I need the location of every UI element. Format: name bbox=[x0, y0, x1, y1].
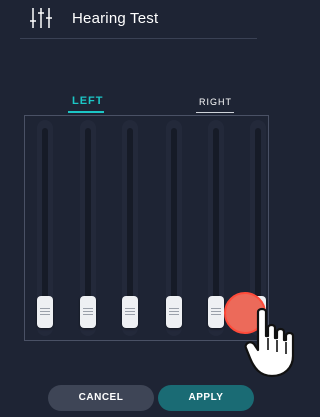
grip-lines-icon bbox=[169, 308, 179, 316]
hand-pointer-icon bbox=[244, 307, 295, 378]
slider-thumb-band-3[interactable] bbox=[122, 296, 138, 328]
cancel-button[interactable]: CANCEL bbox=[48, 385, 154, 411]
grip-lines-icon bbox=[40, 308, 50, 316]
grip-lines-icon bbox=[211, 308, 221, 316]
ear-tabs: LEFT RIGHT bbox=[0, 90, 297, 116]
tab-left[interactable]: LEFT bbox=[72, 95, 104, 107]
grip-lines-icon bbox=[83, 308, 93, 316]
slider-thumb-band-5[interactable] bbox=[208, 296, 224, 328]
tab-left-indicator bbox=[68, 111, 104, 113]
tab-right[interactable]: RIGHT bbox=[199, 97, 232, 107]
grip-lines-icon bbox=[125, 308, 135, 316]
tab-right-underline bbox=[196, 112, 234, 113]
apply-button[interactable]: APPLY bbox=[158, 385, 254, 411]
slider-thumb-band-4[interactable] bbox=[166, 296, 182, 328]
app-header: Hearing Test bbox=[0, 0, 297, 40]
slider-thumb-band-1[interactable] bbox=[37, 296, 53, 328]
page-title: Hearing Test bbox=[72, 10, 159, 27]
header-divider bbox=[20, 38, 257, 39]
equalizer-icon[interactable] bbox=[30, 6, 52, 30]
slider-thumb-band-2[interactable] bbox=[80, 296, 96, 328]
